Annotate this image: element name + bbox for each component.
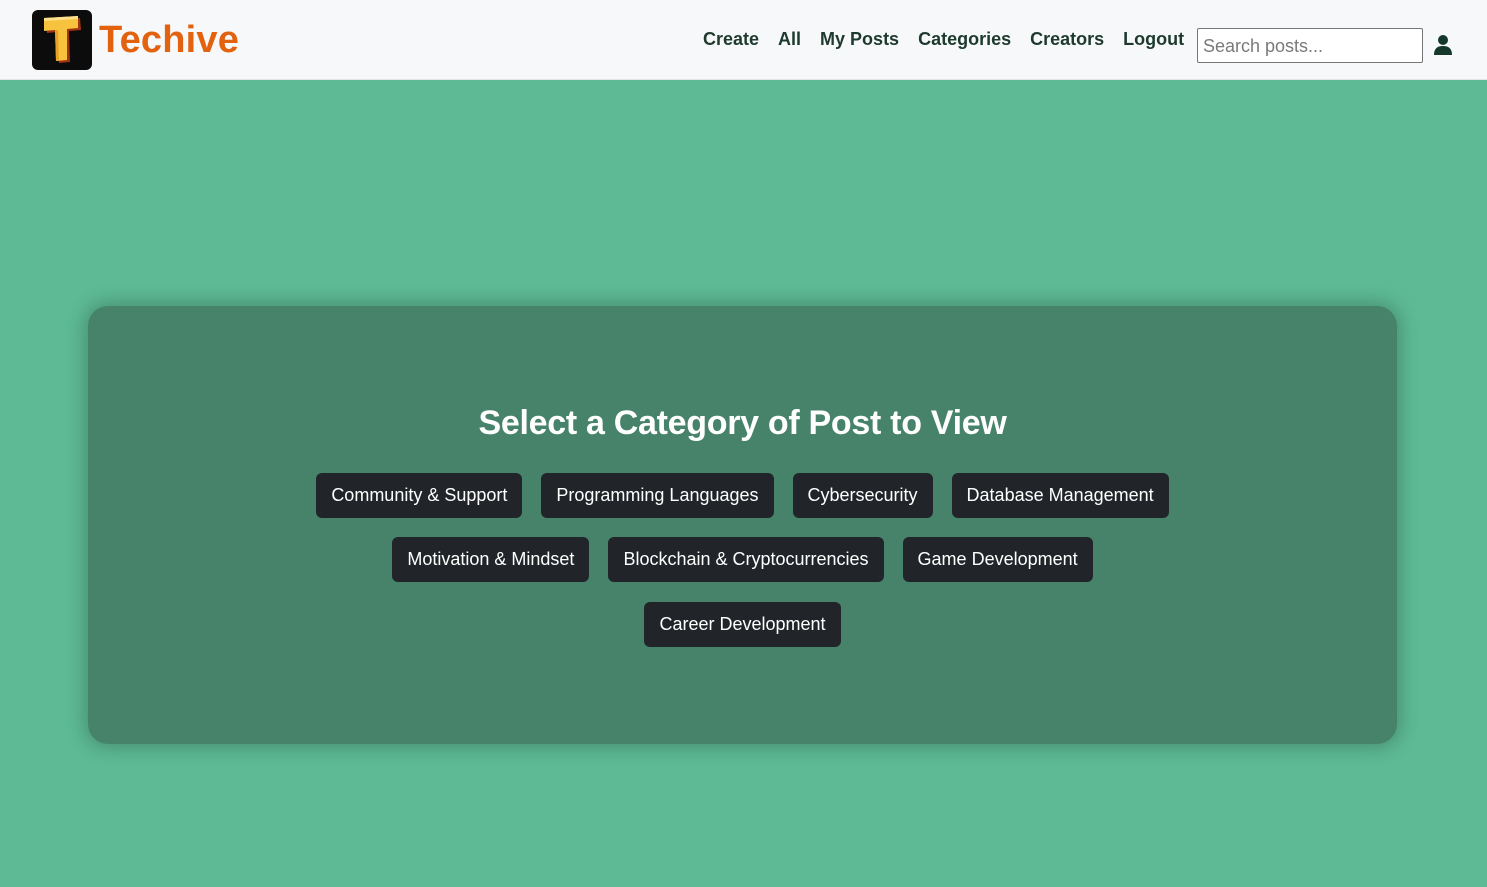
user-icon[interactable] (1434, 34, 1452, 56)
category-button-community-support[interactable]: Community & Support (316, 473, 523, 518)
category-row: Career Development (88, 602, 1397, 647)
category-button-game-development[interactable]: Game Development (902, 537, 1093, 582)
category-card: Select a Category of Post to View Commun… (88, 306, 1397, 744)
nav-link-logout[interactable]: Logout (1123, 29, 1184, 50)
search-input[interactable] (1197, 28, 1423, 63)
category-button-blockchain-cryptocurrencies[interactable]: Blockchain & Cryptocurrencies (608, 537, 884, 582)
nav-link-all[interactable]: All (778, 29, 801, 50)
brand-link[interactable]: Techive (32, 10, 239, 70)
top-navbar: Techive Create All My Posts Categories C… (0, 0, 1487, 80)
category-button-cybersecurity[interactable]: Cybersecurity (792, 473, 933, 518)
brand-name: Techive (99, 19, 240, 61)
category-row: Motivation & Mindset Blockchain & Crypto… (88, 537, 1397, 582)
category-button-programming-languages[interactable]: Programming Languages (541, 473, 774, 518)
category-button-career-development[interactable]: Career Development (644, 602, 841, 647)
nav-links: Create All My Posts Categories Creators … (703, 26, 1184, 52)
nav-link-creators[interactable]: Creators (1030, 29, 1104, 50)
nav-link-categories[interactable]: Categories (918, 29, 1011, 50)
category-button-motivation-mindset[interactable]: Motivation & Mindset (392, 537, 590, 582)
page-title: Select a Category of Post to View (478, 404, 1007, 442)
nav-link-create[interactable]: Create (703, 29, 759, 50)
category-button-database-management[interactable]: Database Management (951, 473, 1169, 518)
nav-link-my-posts[interactable]: My Posts (820, 29, 899, 50)
letter-t-logo-icon (32, 10, 92, 70)
category-row: Community & Support Programming Language… (88, 473, 1397, 518)
